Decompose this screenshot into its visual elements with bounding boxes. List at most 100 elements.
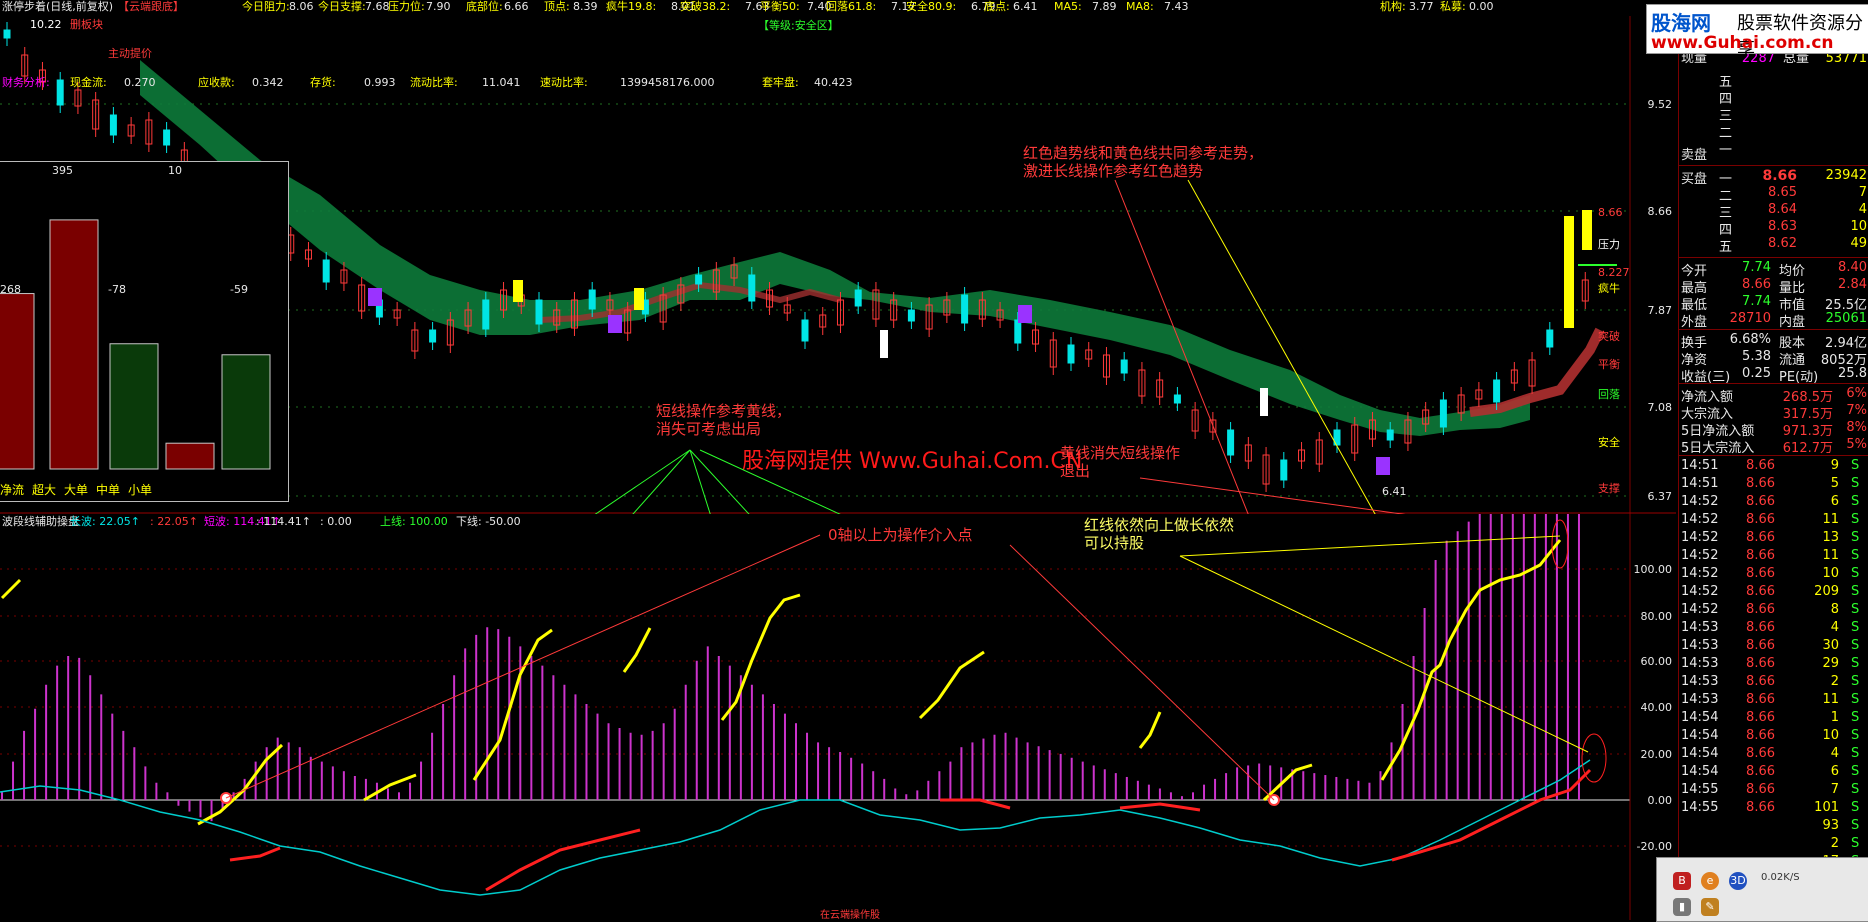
net-speed: 0.02K/S	[1761, 872, 1800, 883]
candle-body[interactable]	[1439, 399, 1447, 428]
indicator-chart[interactable]: 波段线辅助操盘长波: 22.05↑: 22.05↑ 短波: 114.41↑: 11…	[0, 514, 1676, 920]
trade-time: 14:54	[1681, 764, 1719, 779]
trade-volume: 11	[1822, 548, 1839, 563]
fund-flow-chart: 395 10 268 -78 -59 净流 超大 大单 中单 小单	[0, 164, 271, 497]
trade-time: 14:55	[1681, 782, 1719, 797]
trade-side: S	[1851, 818, 1860, 833]
level-marker: 压力	[1598, 238, 1620, 251]
candle-body[interactable]	[588, 289, 596, 310]
candle-body[interactable]	[854, 289, 862, 307]
topbar-item: 顶点:	[544, 0, 570, 13]
candle-body[interactable]	[748, 274, 756, 302]
fin-metric-value: 1399458176.000	[620, 76, 714, 89]
candle-body[interactable]	[1227, 429, 1235, 456]
trade-volume: 10	[1822, 566, 1839, 581]
candle-body[interactable]	[1173, 394, 1181, 404]
trade-side: S	[1851, 620, 1860, 635]
board-tag[interactable]: 【云端跟底】	[118, 0, 184, 14]
hold-note: 可以持股	[1084, 534, 1144, 552]
high-price-label: 8.66	[1598, 206, 1623, 219]
buy-level-price[interactable]: 8.65	[1745, 185, 1797, 200]
topbar-item: 平衡50:	[760, 0, 800, 13]
fund-value: 0.25	[1742, 366, 1771, 381]
candle-body[interactable]	[1014, 319, 1022, 344]
trade-side: S	[1851, 674, 1860, 689]
site-logo: 股海网 股票软件资源分享 www.Guhai.com.cn	[1646, 4, 1868, 60]
level-marker: 平衡	[1598, 358, 1620, 371]
trade-side: S	[1851, 530, 1860, 545]
candle-body[interactable]	[1120, 359, 1128, 374]
tool-tray-icon[interactable]: ✎	[1701, 898, 1719, 916]
quote-value: 2.84	[1838, 277, 1867, 292]
indicator-header-item: 波段线辅助操盘	[2, 514, 79, 528]
annotation-arrow	[1139, 477, 1406, 514]
candle-body[interactable]	[322, 259, 330, 283]
trade-side: S	[1851, 458, 1860, 473]
trade-price: 8.66	[1746, 782, 1775, 797]
level-marker: 突破	[1598, 329, 1620, 343]
candle-body[interactable]	[163, 129, 171, 146]
candle-body[interactable]	[109, 114, 117, 136]
signal-tray-icon[interactable]: ▮	[1673, 898, 1691, 916]
topbar-item: 今日支撑:	[318, 0, 366, 13]
candle-body[interactable]	[1260, 388, 1268, 416]
candle-body[interactable]	[880, 330, 888, 358]
candle-body[interactable]	[801, 319, 809, 342]
candle-body[interactable]	[535, 299, 543, 325]
flow-bar-value: -59	[230, 283, 248, 296]
buy-label: 买盘	[1681, 172, 1708, 187]
candle-body[interactable]	[1067, 344, 1075, 364]
trade-price: 8.66	[1746, 512, 1775, 527]
media-tray-icon[interactable]: 3D	[1729, 872, 1747, 890]
highlight-candle[interactable]	[1582, 210, 1592, 250]
flow-legend-item: 净流	[0, 483, 24, 497]
candle-body[interactable]	[1546, 329, 1554, 348]
buy-level-price[interactable]: 8.62	[1745, 236, 1797, 251]
flow-top-value: 395	[52, 164, 73, 177]
candle-body[interactable]	[56, 79, 64, 106]
candle-body[interactable]	[907, 309, 915, 322]
flow-top-value: 10	[168, 164, 182, 177]
candle-body[interactable]	[1493, 379, 1501, 403]
flow-bar	[165, 442, 215, 470]
hold-note: 红线依然向上做长依然	[1084, 516, 1234, 534]
buy-level-volume: 23942	[1825, 168, 1867, 183]
buy-level-price[interactable]: 8.64	[1745, 202, 1797, 217]
candle-body[interactable]	[1386, 429, 1394, 441]
block-label: 删板块	[70, 17, 103, 31]
indicator-header-item: : 0.00	[320, 515, 352, 528]
trade-volume: 8	[1830, 602, 1839, 617]
buy-level-price[interactable]: 8.63	[1745, 219, 1797, 234]
trade-time: 14:55	[1681, 800, 1719, 815]
low-price-label: 6.41	[1382, 485, 1407, 498]
fund-flow-panel: 395 10 268 -78 -59 净流 超大 大单 中单 小单	[0, 161, 289, 502]
trade-price: 8.66	[1746, 584, 1775, 599]
app-tray-icon[interactable]: B	[1673, 872, 1691, 890]
indicator-header-item: 长波: 22.05↑	[70, 515, 140, 528]
candle-body[interactable]	[482, 299, 490, 330]
trade-side: S	[1851, 566, 1860, 581]
fin-metric-label: 现金流:	[70, 75, 107, 89]
candle-body[interactable]	[961, 294, 969, 324]
buy-level-price[interactable]: 8.66	[1745, 168, 1797, 184]
candle-body[interactable]	[429, 329, 437, 343]
highlight-candle[interactable]	[634, 288, 644, 310]
trade-volume: 6	[1830, 764, 1839, 779]
flow-legend-item: 超大	[32, 482, 56, 497]
highlight-candle[interactable]	[513, 280, 523, 302]
short-wave-line	[1380, 539, 1562, 781]
candle-body[interactable]	[695, 274, 703, 285]
trade-volume: 4	[1830, 746, 1839, 761]
fin-metric-label: 流动比率:	[410, 75, 458, 89]
trade-price: 8.66	[1746, 656, 1775, 671]
trade-side: S	[1851, 710, 1860, 725]
candle-body[interactable]	[3, 29, 11, 39]
browser-tray-icon[interactable]: e	[1701, 872, 1719, 890]
trade-time: 14:53	[1681, 656, 1719, 671]
fund-value: 25.8	[1838, 366, 1867, 381]
indicator-header-item: 上线: 100.00	[380, 514, 448, 528]
trade-time: 14:52	[1681, 494, 1719, 509]
topbar-item: 今日阻力:	[242, 0, 290, 13]
highlight-candle[interactable]	[1564, 216, 1574, 328]
candle-body[interactable]	[1280, 459, 1288, 481]
